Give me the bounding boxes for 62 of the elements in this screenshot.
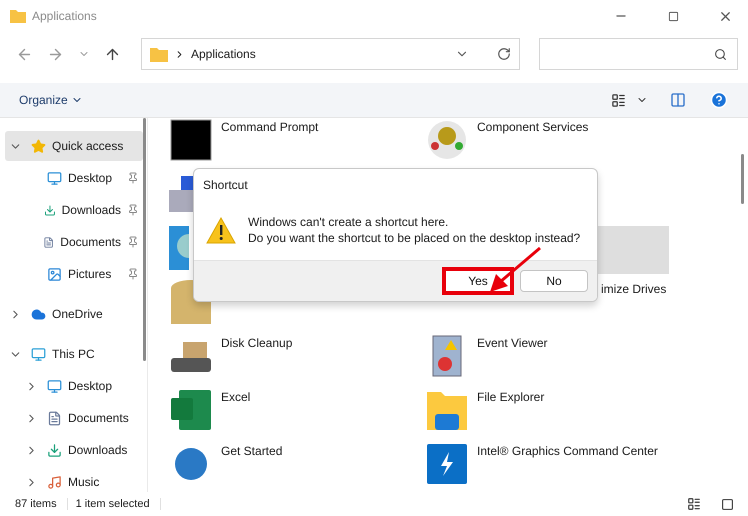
window-title: Applications	[32, 9, 98, 23]
download-icon	[44, 202, 56, 218]
scrollbar-thumb[interactable]	[143, 118, 146, 361]
sidebar-item[interactable]: Documents	[5, 403, 143, 433]
file-item[interactable]: File Explorer	[421, 388, 669, 436]
yes-button[interactable]: Yes	[442, 267, 514, 295]
folder-icon	[150, 46, 168, 62]
terminal-icon	[169, 118, 213, 162]
spreadsheet-icon	[169, 388, 213, 432]
help-icon	[710, 91, 728, 109]
sidebar-item[interactable]: Downloads	[5, 435, 143, 465]
sidebar-item[interactable]: Desktop	[5, 163, 143, 193]
download-icon	[47, 442, 62, 458]
sidebar-item[interactable]: Music	[5, 467, 143, 492]
item-count: 87 items	[15, 498, 68, 510]
pin-icon	[127, 204, 139, 216]
document-icon	[47, 410, 62, 426]
refresh-icon[interactable]	[497, 47, 512, 61]
sidebar-item[interactable]: Downloads	[5, 195, 143, 225]
tiles-icon	[721, 498, 734, 510]
warning-icon	[206, 216, 236, 244]
dialog-title: Shortcut	[202, 177, 249, 194]
music-icon	[47, 474, 62, 490]
details-icon	[687, 497, 701, 511]
search-field[interactable]	[539, 38, 738, 70]
sidebar-item[interactable]: Documents	[5, 227, 143, 257]
file-item[interactable]: Command Prompt	[165, 118, 413, 166]
file-item[interactable]: Event Viewer	[421, 334, 669, 382]
dialog-message: Windows can't create a shortcut here. Do you want the shortcut to be placed on the desktop instead?	[248, 214, 580, 246]
folder-icon	[10, 9, 26, 23]
sidebar-item[interactable]: Pictures	[5, 259, 143, 289]
star-icon	[31, 138, 46, 154]
pin-icon	[127, 172, 139, 184]
monitor-icon	[47, 170, 62, 186]
cloud-icon	[31, 306, 46, 322]
maximize-icon	[668, 10, 678, 22]
pane-icon	[670, 92, 686, 108]
file-item[interactable]: Get Started	[165, 442, 413, 490]
pin-icon	[127, 236, 139, 248]
list-view-icon	[611, 92, 626, 108]
selection-count: 1 item selected	[76, 498, 161, 510]
sidebar-item[interactable]: This PC	[5, 339, 143, 369]
monitor-icon	[31, 346, 46, 362]
address-bar[interactable]: Applications	[141, 38, 520, 70]
no-button[interactable]: No	[520, 270, 588, 292]
sidebar-item[interactable]: OneDrive	[5, 299, 143, 329]
organize-button[interactable]: Organize	[19, 93, 83, 107]
file-item[interactable]: Component Services	[421, 118, 669, 166]
picture-icon	[47, 266, 62, 282]
sidebar-item[interactable]: Quick access	[5, 131, 143, 161]
scrollbar-thumb[interactable]	[741, 154, 744, 204]
breadcrumb[interactable]: Applications	[191, 47, 450, 61]
document-icon	[43, 234, 54, 250]
file-item[interactable]: Intel® Graphics Command Center	[421, 442, 669, 490]
monitor-icon	[47, 378, 62, 394]
file-item[interactable]: Disk Cleanup	[165, 334, 413, 382]
lightning-tile-icon	[425, 442, 469, 486]
tile-icon	[169, 226, 189, 270]
search-icon	[714, 48, 727, 60]
file-item[interactable]: Excel	[165, 388, 413, 436]
pin-icon	[127, 268, 139, 280]
sidebar-item[interactable]: Desktop	[5, 371, 143, 401]
